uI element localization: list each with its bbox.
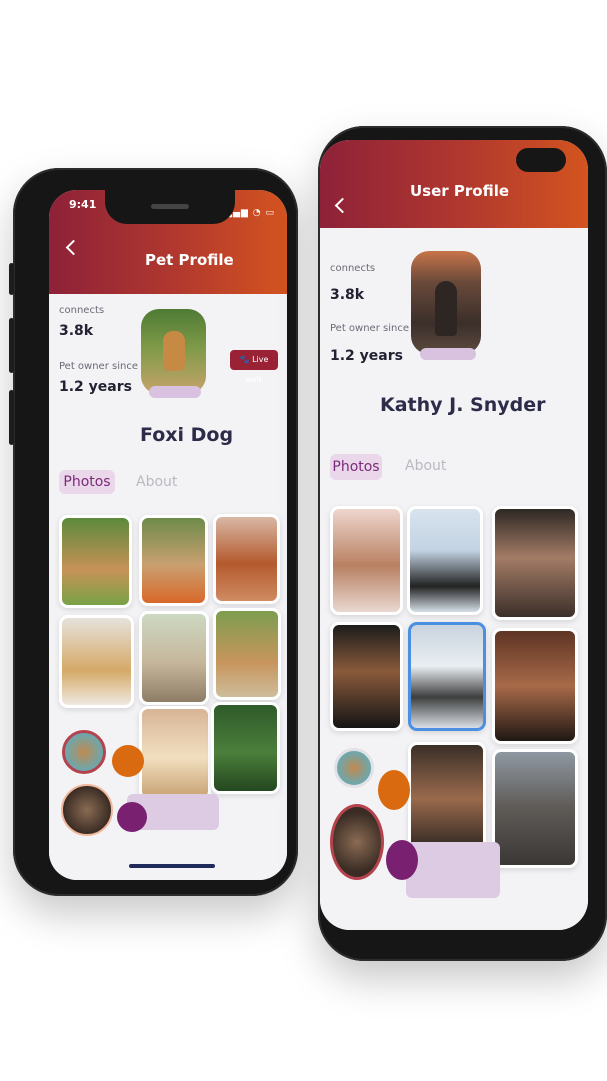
profile-content: connects 3.8k Pet owner since 1.2 years …	[320, 228, 588, 930]
photo-thumb[interactable]	[59, 615, 134, 708]
dog-figure	[163, 331, 185, 371]
pet-profile-phone: 9:41 ▂▄▆ ◔ ▭ Pet Profile connects 3.8k P…	[9, 168, 298, 896]
tab-photos[interactable]: Photos	[330, 454, 382, 480]
tab-about[interactable]: About	[136, 474, 177, 490]
paw-icon: 🐾	[239, 355, 250, 364]
header-title: Pet Profile	[145, 251, 234, 269]
profile-name: Foxi Dog	[140, 424, 234, 446]
owner-since-value: 1.2 years	[59, 379, 132, 395]
pet-avatar	[141, 309, 206, 394]
photo-thumb[interactable]	[213, 608, 281, 700]
photo-thumb[interactable]	[492, 506, 578, 620]
photo-thumb[interactable]	[408, 742, 486, 855]
profile-content: connects 3.8k Pet owner since 1.2 years …	[49, 294, 287, 880]
avatar-shadow	[149, 386, 201, 398]
profile-name: Kathy J. Snyder	[380, 394, 546, 416]
live-walk-button[interactable]: 🐾 Live walk	[230, 350, 278, 384]
connects-label: connects	[59, 305, 105, 316]
owner-since-label: Pet owner since	[330, 323, 409, 334]
photo-thumb[interactable]	[492, 628, 578, 744]
tab-about[interactable]: About	[405, 458, 446, 474]
message-bar	[406, 842, 500, 898]
user-avatar	[411, 251, 481, 354]
volume-button	[9, 390, 14, 445]
connects-value: 3.8k	[59, 323, 94, 339]
volume-button	[9, 318, 14, 373]
photo-thumb[interactable]	[139, 515, 208, 606]
back-icon[interactable]	[334, 197, 351, 214]
photo-thumb[interactable]	[407, 506, 483, 615]
pet-profile-screen: 9:41 ▂▄▆ ◔ ▭ Pet Profile connects 3.8k P…	[49, 190, 287, 880]
header-title: User Profile	[410, 182, 510, 200]
notch	[105, 190, 235, 224]
user-story-avatar[interactable]	[61, 784, 113, 836]
photo-thumb[interactable]	[139, 611, 209, 705]
user-profile-screen: User Profile connects 3.8k Pet owner sin…	[320, 140, 588, 930]
purple-dot	[386, 840, 418, 880]
owner-since-value: 1.2 years	[330, 348, 403, 364]
home-indicator	[129, 864, 215, 868]
avatar-shadow	[420, 348, 476, 360]
photo-thumb[interactable]	[330, 622, 403, 731]
orange-dot	[378, 770, 410, 810]
user-story-avatar[interactable]	[330, 804, 384, 880]
connects-value: 3.8k	[330, 287, 365, 303]
photo-thumb[interactable]	[330, 506, 403, 615]
connects-label: connects	[330, 263, 376, 274]
user-profile-phone: User Profile connects 3.8k Pet owner sin…	[318, 126, 607, 961]
back-icon[interactable]	[65, 239, 82, 256]
volume-button	[9, 263, 14, 295]
photo-thumb[interactable]	[139, 706, 211, 800]
pet-story-avatar[interactable]	[62, 730, 106, 774]
photo-thumb[interactable]	[211, 702, 280, 794]
person-figure	[435, 281, 457, 336]
tab-photos[interactable]: Photos	[59, 470, 115, 494]
camera-cutout	[516, 148, 566, 172]
orange-dot	[112, 745, 144, 777]
owner-since-label: Pet owner since	[59, 361, 138, 372]
speaker	[151, 204, 189, 209]
photo-thumb-selected[interactable]	[408, 622, 486, 731]
photo-thumb[interactable]	[213, 514, 280, 604]
photo-thumb[interactable]	[59, 515, 132, 608]
status-time: 9:41	[69, 198, 97, 211]
photo-thumb[interactable]	[492, 749, 578, 868]
pet-story-avatar[interactable]	[334, 748, 374, 788]
purple-dot	[117, 802, 147, 832]
